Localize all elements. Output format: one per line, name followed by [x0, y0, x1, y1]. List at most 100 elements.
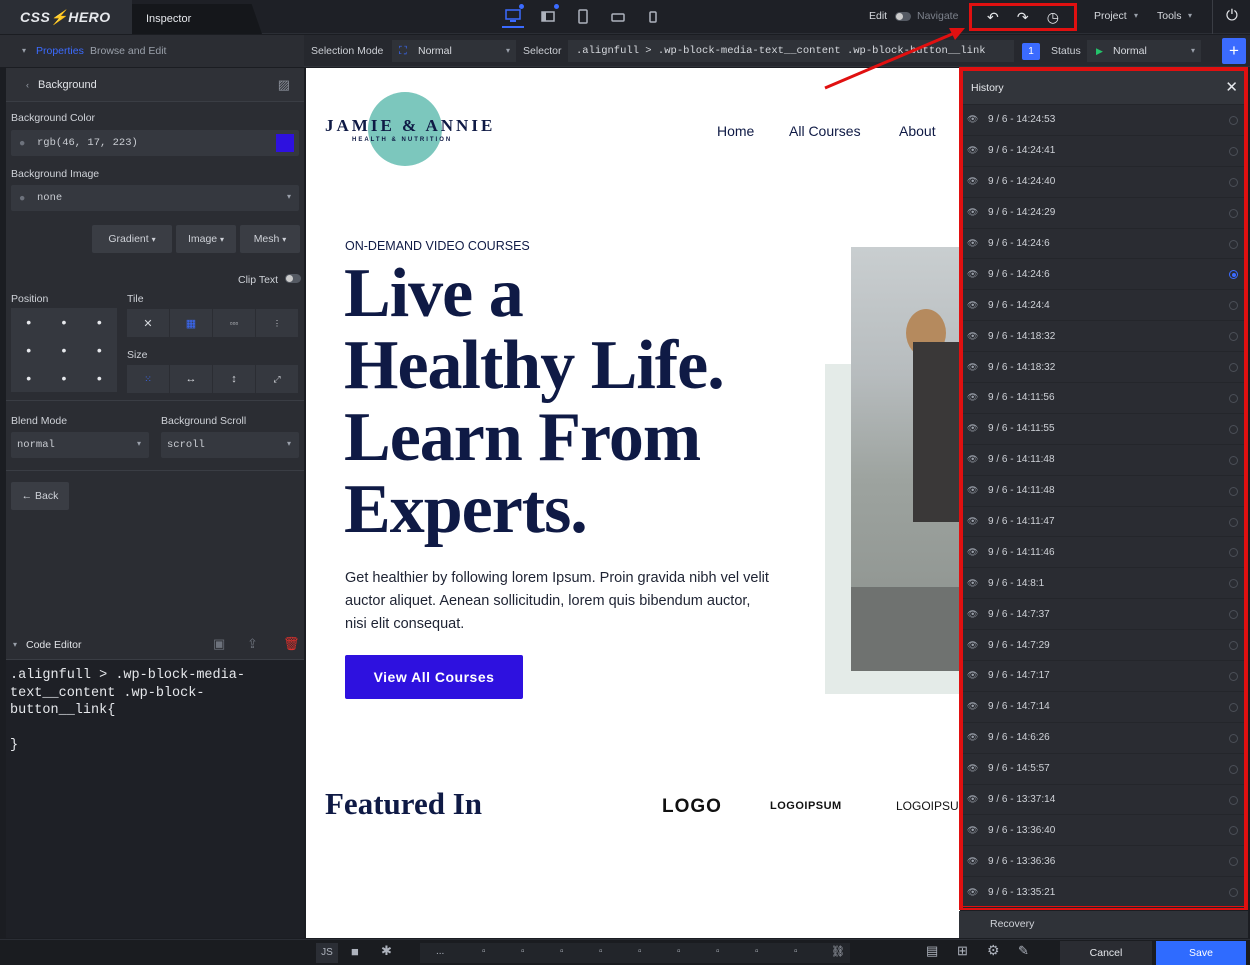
nav-about[interactable]: About [899, 123, 936, 139]
eye-icon[interactable]: 👁 [967, 701, 979, 712]
eye-icon[interactable]: 👁 [967, 670, 979, 681]
history-item[interactable]: 👁 9 / 6 - 13:37:14 [963, 785, 1244, 816]
history-item[interactable]: 👁 9 / 6 - 14:11:48 [963, 445, 1244, 476]
eye-icon[interactable]: 👁 [967, 732, 979, 743]
history-radio[interactable] [1229, 579, 1238, 589]
code-textarea[interactable]: .alignfull > .wp-block-media- text__cont… [10, 667, 300, 755]
eye-icon[interactable]: 👁 [967, 856, 979, 867]
history-item[interactable]: 👁 9 / 6 - 14:24:40 [963, 167, 1244, 198]
sitemap-icon[interactable]: ⊞ [957, 943, 968, 959]
history-item[interactable]: 👁 9 / 6 - 14:6:26 [963, 723, 1244, 754]
breadcrumb-node-icon[interactable]: ▫ [560, 946, 564, 957]
history-item[interactable]: 👁 9 / 6 - 13:36:36 [963, 846, 1244, 878]
history-radio[interactable] [1229, 857, 1238, 867]
eye-icon[interactable]: 👁 [967, 887, 979, 898]
history-item[interactable]: 👁 9 / 6 - 14:5:57 [963, 754, 1244, 785]
eye-icon[interactable]: 👁 [967, 516, 979, 527]
breadcrumb-node-icon[interactable]: ▫ [755, 946, 759, 957]
back-button[interactable]: ← Back [11, 482, 69, 510]
eye-icon[interactable]: 👁 [967, 794, 979, 805]
save-icon[interactable]: ▣ [213, 636, 225, 652]
eye-icon[interactable]: 👁 [967, 454, 979, 465]
history-radio[interactable] [1229, 733, 1238, 743]
status-select[interactable]: ▶ Normal ▾ [1087, 40, 1201, 62]
desktop-view-button[interactable] [502, 4, 524, 28]
history-radio[interactable] [1229, 239, 1238, 249]
breadcrumb-node-icon[interactable]: ▫ [677, 946, 681, 957]
history-radio[interactable] [1229, 424, 1238, 434]
breadcrumb-node-icon[interactable]: ▫ [482, 946, 486, 957]
history-radio[interactable] [1229, 764, 1238, 774]
history-item[interactable]: 👁 9 / 6 - 14:7:29 [963, 630, 1244, 662]
history-radio[interactable] [1229, 177, 1238, 187]
eye-icon[interactable]: 👁 [967, 331, 979, 342]
eye-icon[interactable]: 👁 [967, 207, 979, 218]
history-radio[interactable] [1229, 486, 1238, 496]
eye-icon[interactable]: 👁 [967, 114, 979, 125]
export-icon[interactable]: ⇪ [247, 636, 258, 652]
breadcrumb-node-icon[interactable]: ▫ [599, 946, 603, 957]
history-radio[interactable] [1229, 826, 1238, 836]
background-section-header[interactable]: ‹ Background ▨ [6, 68, 304, 102]
eye-icon[interactable]: 👁 [967, 269, 979, 280]
history-item[interactable]: 👁 9 / 6 - 13:36:40 [963, 815, 1244, 847]
bg-color-field[interactable]: ● rgb(46, 17, 223) [11, 130, 299, 156]
history-radio[interactable] [1229, 208, 1238, 218]
breadcrumb-node-icon[interactable]: ▫ [716, 946, 720, 957]
history-radio[interactable] [1229, 548, 1238, 558]
history-item[interactable]: 👁 9 / 6 - 14:11:46 [963, 537, 1244, 569]
eye-icon[interactable]: 👁 [967, 547, 979, 558]
tablet-landscape-view-button[interactable] [607, 6, 629, 28]
undo-icon[interactable]: ↶ [987, 10, 999, 24]
history-item[interactable]: 👁 9 / 6 - 14:24:29 [963, 198, 1244, 229]
repeat-icon[interactable]: ▦ [170, 309, 213, 337]
mobile-view-button[interactable] [642, 6, 664, 28]
history-radio[interactable] [1229, 702, 1238, 712]
repeat-x-icon[interactable]: ▫▫▫ [213, 309, 256, 337]
history-radio[interactable] [1229, 146, 1238, 156]
tablet-view-button[interactable] [572, 6, 594, 28]
eye-icon[interactable]: 👁 [967, 763, 979, 774]
bg-scroll-select[interactable]: scroll ▾ [161, 432, 299, 458]
video-icon[interactable]: ■ [351, 944, 359, 959]
cancel-button[interactable]: Cancel [1060, 941, 1152, 965]
laptop-view-button[interactable] [537, 4, 559, 28]
history-radio[interactable] [1229, 116, 1238, 125]
history-item[interactable]: 👁 9 / 6 - 14:18:32 [963, 321, 1244, 353]
brush-icon[interactable]: ✎ [1018, 943, 1029, 959]
bug-icon[interactable]: ✱ [381, 943, 392, 959]
repeat-y-icon[interactable]: ⋮ [256, 309, 299, 337]
settings-gear-icon[interactable]: ⚙ [987, 942, 1000, 959]
project-menu[interactable]: Project [1094, 10, 1127, 22]
tab-inspector[interactable]: Inspector [132, 4, 262, 34]
layout-icon[interactable]: ▤ [926, 943, 938, 959]
trash-icon[interactable]: 🗑 [283, 636, 300, 652]
size-auto-icon[interactable]: ⁙ [127, 365, 170, 393]
gradient-button[interactable]: Gradient ▾ [92, 225, 172, 253]
history-radio[interactable] [1229, 672, 1238, 682]
history-item[interactable]: 👁 9 / 6 - 14:7:17 [963, 661, 1244, 692]
breadcrumb-node-icon[interactable]: ▫ [794, 946, 798, 957]
eye-icon[interactable]: 👁 [967, 176, 979, 187]
history-item[interactable]: 👁 9 / 6 - 14:24:41 [963, 136, 1244, 167]
breadcrumb-node-icon[interactable]: ▫ [638, 946, 642, 957]
close-icon[interactable]: ✕ [1225, 78, 1238, 96]
history-radio[interactable] [1229, 795, 1238, 805]
history-clock-icon[interactable]: ◷ [1047, 10, 1059, 24]
selection-mode-select[interactable]: ⛶ Normal ▾ [392, 40, 516, 62]
history-item[interactable]: 👁 9 / 6 - 14:8:1 [963, 568, 1244, 600]
breadcrumb-ellipsis[interactable]: ... [436, 946, 444, 957]
properties-link[interactable]: Properties [36, 45, 84, 57]
history-item[interactable]: 👁 9 / 6 - 14:24:6 [963, 229, 1244, 260]
history-radio[interactable] [1229, 455, 1238, 465]
history-radio[interactable] [1229, 301, 1238, 311]
eye-icon[interactable]: 👁 [967, 485, 979, 496]
history-radio[interactable] [1229, 517, 1238, 527]
color-swatch[interactable] [276, 134, 294, 152]
eye-icon[interactable]: 👁 [967, 640, 979, 651]
eye-icon[interactable]: 👁 [967, 578, 979, 589]
link-icon[interactable]: ⛓ [831, 945, 845, 958]
view-all-courses-button[interactable]: View All Courses [345, 655, 523, 699]
no-repeat-icon[interactable]: ✕ [127, 309, 170, 337]
eye-icon[interactable]: 👁 [967, 825, 979, 836]
